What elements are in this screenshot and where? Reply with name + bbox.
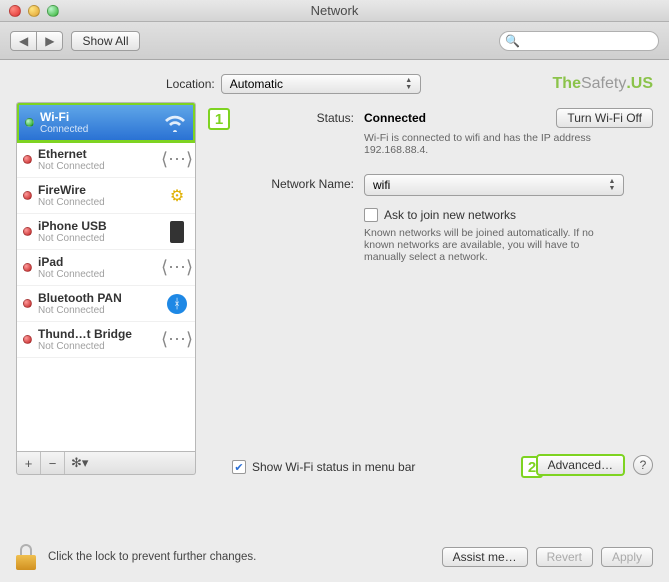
updown-icon: ▲▼ <box>402 75 416 93</box>
ethernet-icon: ⟨⋯⟩ <box>165 149 189 171</box>
remove-service-button[interactable]: − <box>41 452 65 474</box>
nav-group: ◀ ▶ <box>10 31 63 51</box>
sidebar-item-status: Not Connected <box>38 269 165 280</box>
apply-button[interactable]: Apply <box>601 547 653 567</box>
status-dot-icon <box>23 155 32 164</box>
forward-button[interactable]: ▶ <box>37 31 63 51</box>
sidebar-item-label: Wi-Fi <box>40 110 163 124</box>
sidebar-item-label: FireWire <box>38 183 165 197</box>
ask-to-join-label: Ask to join new networks <box>384 208 516 222</box>
status-dot-icon <box>23 263 32 272</box>
iphone-icon <box>165 221 189 243</box>
location-value: Automatic <box>230 77 283 91</box>
annotation-marker-1: 1 <box>208 108 230 130</box>
search-input[interactable] <box>499 31 659 51</box>
sidebar-item-status: Connected <box>40 124 163 135</box>
search-wrap: 🔍 <box>499 31 659 51</box>
sidebar-item-thunderbolt-bridge[interactable]: Thund…t Bridge Not Connected ⟨⋯⟩ <box>17 322 195 358</box>
sidebar-item-status: Not Connected <box>38 341 165 352</box>
titlebar: Network <box>0 0 669 22</box>
show-status-label: Show Wi-Fi status in menu bar <box>252 460 415 474</box>
sidebar: Wi-Fi Connected Ethernet Not Connected ⟨… <box>16 102 196 475</box>
lock-icon[interactable] <box>16 544 38 570</box>
updown-icon: ▲▼ <box>605 175 619 195</box>
network-name-label: Network Name: <box>238 174 364 191</box>
sidebar-item-label: Bluetooth PAN <box>38 291 165 305</box>
ipad-icon: ⟨⋯⟩ <box>165 257 189 279</box>
lock-text: Click the lock to prevent further change… <box>48 551 256 563</box>
sidebar-item-status: Not Connected <box>38 305 165 316</box>
known-networks-description: Known networks will be joined automatica… <box>364 227 614 263</box>
network-name-select[interactable]: wifi ▲▼ <box>364 174 624 196</box>
sidebar-item-ethernet[interactable]: Ethernet Not Connected ⟨⋯⟩ <box>17 142 195 178</box>
status-dot-icon <box>25 118 34 127</box>
sidebar-item-label: Thund…t Bridge <box>38 327 165 341</box>
show-status-checkbox[interactable]: ✔ <box>232 460 246 474</box>
bluetooth-icon: ᚼ <box>165 293 189 315</box>
advanced-button[interactable]: Advanced… <box>536 454 625 476</box>
assist-me-button[interactable]: Assist me… <box>442 547 528 567</box>
thunderbolt-icon: ⟨⋯⟩ <box>165 329 189 351</box>
ask-to-join-checkbox[interactable] <box>364 208 378 222</box>
help-button[interactable]: ? <box>633 455 653 475</box>
window-title: Network <box>0 3 669 18</box>
sidebar-item-status: Not Connected <box>38 161 165 172</box>
status-label: Status: <box>238 108 364 125</box>
back-button[interactable]: ◀ <box>10 31 37 51</box>
show-all-button[interactable]: Show All <box>71 31 139 51</box>
turn-wifi-off-button[interactable]: Turn Wi-Fi Off <box>556 108 653 128</box>
wifi-icon <box>163 112 187 134</box>
network-name-value: wifi <box>373 178 390 192</box>
sidebar-item-status: Not Connected <box>38 233 165 244</box>
add-service-button[interactable]: + <box>17 452 41 474</box>
content: 1 Status: Connected Turn Wi-Fi Off Wi-Fi… <box>208 102 653 474</box>
sidebar-item-wifi[interactable]: Wi-Fi Connected <box>16 102 196 143</box>
location-select[interactable]: Automatic ▲▼ <box>221 74 421 94</box>
firewire-icon: ⚙ <box>165 185 189 207</box>
status-dot-icon <box>23 191 32 200</box>
sidebar-item-status: Not Connected <box>38 197 165 208</box>
sidebar-item-label: Ethernet <box>38 147 165 161</box>
status-dot-icon <box>23 227 32 236</box>
status-description: Wi-Fi is connected to wifi and has the I… <box>364 132 594 156</box>
sidebar-item-label: iPad <box>38 255 165 269</box>
brand-logo: The Safety .US <box>553 75 653 93</box>
sidebar-footer: + − ✻▾ <box>16 452 196 475</box>
status-dot-icon <box>23 335 32 344</box>
sidebar-item-ipad[interactable]: iPad Not Connected ⟨⋯⟩ <box>17 250 195 286</box>
sidebar-item-label: iPhone USB <box>38 219 165 233</box>
footer: Click the lock to prevent further change… <box>16 544 653 570</box>
sidebar-item-bluetooth-pan[interactable]: Bluetooth PAN Not Connected ᚼ <box>17 286 195 322</box>
action-menu-button[interactable]: ✻▾ <box>65 452 94 474</box>
status-value: Connected <box>364 111 426 125</box>
status-dot-icon <box>23 299 32 308</box>
sidebar-item-firewire[interactable]: FireWire Not Connected ⚙ <box>17 178 195 214</box>
revert-button[interactable]: Revert <box>536 547 593 567</box>
sidebar-item-iphone-usb[interactable]: iPhone USB Not Connected <box>17 214 195 250</box>
main: Wi-Fi Connected Ethernet Not Connected ⟨… <box>0 102 669 475</box>
location-row: Location: Automatic ▲▼ The Safety .US <box>0 60 669 102</box>
search-icon: 🔍 <box>505 34 520 48</box>
toolbar: ◀ ▶ Show All 🔍 <box>0 22 669 60</box>
sidebar-list: Wi-Fi Connected Ethernet Not Connected ⟨… <box>16 102 196 452</box>
location-label: Location: <box>166 77 215 91</box>
